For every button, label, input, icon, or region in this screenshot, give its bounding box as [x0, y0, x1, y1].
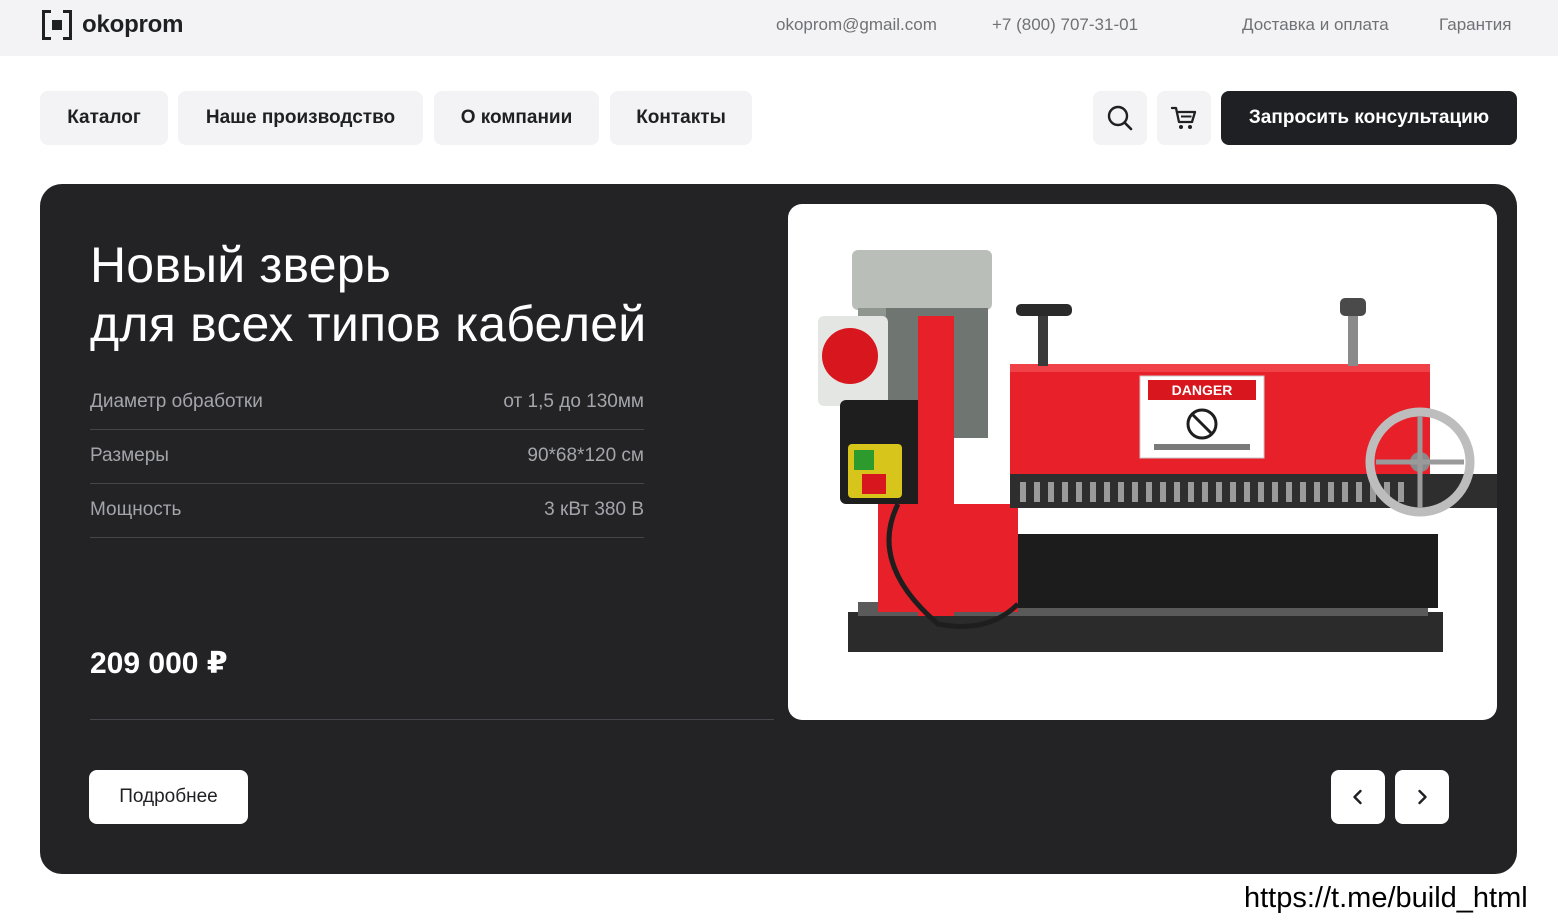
- logo-text: okoprom: [82, 11, 184, 38]
- spec-label: Размеры: [90, 444, 169, 466]
- prev-slide-button[interactable]: [1331, 770, 1385, 824]
- spec-label: Диаметр обработки: [90, 390, 263, 412]
- hero-title: Новый зверь для всех типов кабелей: [90, 236, 770, 354]
- search-button[interactable]: [1093, 91, 1147, 145]
- warranty-link[interactable]: Гарантия: [1439, 15, 1512, 35]
- hero-title-line-1: Новый зверь: [90, 237, 392, 293]
- more-button[interactable]: Подробнее: [89, 770, 248, 824]
- delivery-link[interactable]: Доставка и оплата: [1242, 15, 1389, 35]
- spec-value: 90*68*120 см: [527, 444, 644, 466]
- nav-catalog[interactable]: Каталог: [40, 91, 168, 145]
- spec-row: Диаметр обработки от 1,5 до 130мм: [90, 376, 644, 430]
- watermark-link[interactable]: https://t.me/build_html: [1244, 882, 1528, 915]
- hero-card: Новый зверь для всех типов кабелей Диаме…: [40, 184, 1517, 874]
- hero-title-line-2: для всех типов кабелей: [90, 296, 647, 352]
- nav-contacts[interactable]: Контакты: [610, 91, 752, 145]
- spec-value: 3 кВт 380 В: [544, 498, 644, 520]
- spec-label: Мощность: [90, 498, 182, 520]
- cable-stripper-illustration: DANGER: [818, 250, 1497, 652]
- top-bar: okoprom okoprom@gmail.com +7 (800) 707-3…: [0, 0, 1558, 56]
- next-slide-button[interactable]: [1395, 770, 1449, 824]
- chevron-left-icon: [1353, 789, 1362, 805]
- chevron-right-icon: [1418, 789, 1427, 805]
- price: 209 000 ₽: [90, 647, 228, 680]
- spec-row: Мощность 3 кВт 380 В: [90, 484, 644, 538]
- consultation-button[interactable]: Запросить консультацию: [1221, 91, 1517, 145]
- logo-icon: [42, 10, 72, 40]
- cart-button[interactable]: [1157, 91, 1211, 145]
- nav-about[interactable]: О компании: [434, 91, 599, 145]
- nav-production[interactable]: Наше производство: [178, 91, 423, 145]
- search-icon: [1107, 105, 1133, 131]
- phone-link[interactable]: +7 (800) 707-31-01: [992, 15, 1138, 35]
- spec-list: Диаметр обработки от 1,5 до 130мм Размер…: [90, 376, 644, 538]
- danger-label: DANGER: [1172, 382, 1233, 398]
- cart-icon: [1170, 106, 1197, 129]
- product-image: DANGER: [788, 204, 1497, 720]
- divider: [90, 719, 774, 720]
- spec-value: от 1,5 до 130мм: [503, 390, 644, 412]
- spec-row: Размеры 90*68*120 см: [90, 430, 644, 484]
- logo[interactable]: okoprom: [42, 10, 183, 40]
- email-link[interactable]: okoprom@gmail.com: [776, 15, 937, 35]
